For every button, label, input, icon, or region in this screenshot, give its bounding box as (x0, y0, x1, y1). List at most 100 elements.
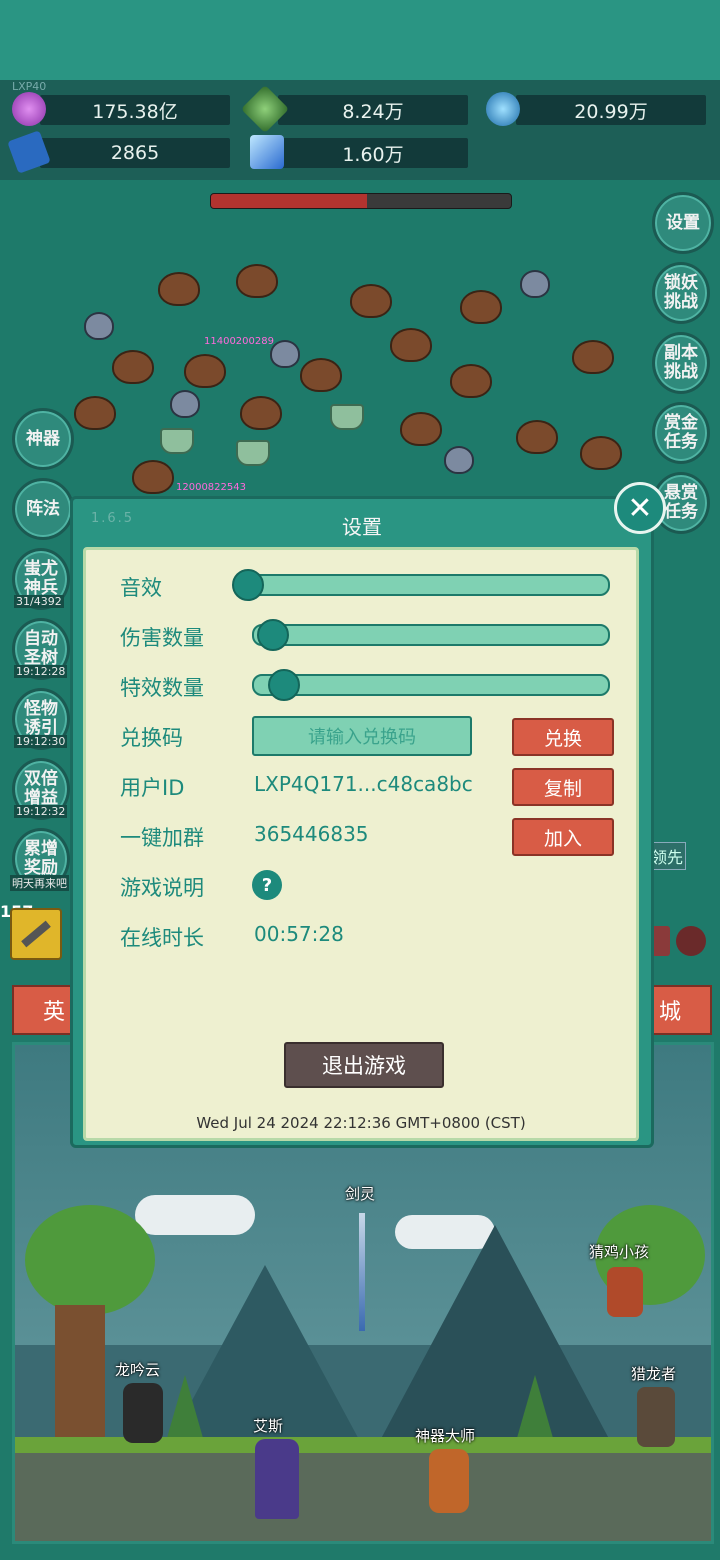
orb-value: 20.99万 (574, 100, 648, 123)
redeem-button[interactable]: 兑换 (512, 718, 614, 756)
effect-count-label: 特效数量 (120, 676, 204, 700)
boss-hp-bar (210, 193, 512, 209)
reward-task-label: 悬赏任务 (664, 483, 698, 522)
online-time-label: 在线时长 (120, 926, 204, 950)
aisi-hero[interactable] (255, 1439, 299, 1519)
grass (15, 1437, 711, 1453)
guide-label: 游戏说明 (120, 876, 204, 900)
effect-count-slider[interactable] (252, 669, 610, 701)
copy-button[interactable]: 复制 (512, 768, 614, 806)
book-value: 2865 (110, 142, 160, 164)
monster-lure-timer: 19:12:30 (14, 735, 68, 748)
settings-panel: 音效 伤害数量 特效数量 兑换码 请输入兑换码 兑换 用户ID LXP4Q171… (83, 547, 639, 1141)
monster (400, 412, 442, 446)
monster (132, 460, 174, 494)
sound-label: 音效 (120, 576, 162, 600)
cliff (15, 1445, 711, 1541)
green-crystal-value: 8.24万 (342, 100, 404, 123)
auto-tree-timer: 19:12:28 (14, 665, 68, 678)
dragon-hunter-hero[interactable] (637, 1387, 675, 1447)
damage-count-slider-handle[interactable] (257, 619, 290, 651)
monster (460, 290, 502, 324)
monster (390, 328, 432, 362)
sword-spirit[interactable] (359, 1213, 365, 1331)
pine-tree (165, 1375, 205, 1445)
user-id-value: LXP4Q171...c48ca8bc (254, 772, 473, 796)
monster (112, 350, 154, 384)
pine-tree (515, 1375, 555, 1445)
damage-number: 11400200289 (204, 336, 274, 347)
redeem-label: 兑换码 (120, 726, 183, 750)
monster (84, 312, 114, 340)
monster-lure-label: 怪物诱引 (24, 699, 58, 738)
demon-lock-label: 锁妖挑战 (664, 273, 698, 312)
tab-city-label: 城 (658, 1000, 681, 1025)
orb-resource: 20.99万 (516, 95, 706, 125)
monster (236, 440, 270, 466)
monster (300, 358, 342, 392)
blue-crystal-icon (250, 135, 284, 169)
bounty-task-button[interactable]: 赏金任务 (652, 402, 710, 464)
cumulative-reward-label: 累增奖励 (24, 839, 58, 878)
dragon-hunter-name: 猎龙者 (631, 1365, 677, 1383)
effect-count-slider-handle[interactable] (267, 669, 300, 701)
monster (240, 396, 282, 430)
formation-label: 阵法 (26, 498, 60, 519)
auto-tree-label: 自动圣树 (24, 629, 58, 668)
dungeon-button[interactable]: 副本挑战 (652, 332, 710, 394)
artifact-button[interactable]: 神器 (12, 408, 74, 470)
weapon-slot[interactable] (10, 908, 62, 960)
chiyou-weapon-progress: 31/4392 (14, 595, 64, 608)
cumulative-reward-status: 明天再来吧 (10, 875, 69, 891)
resource-bar: LXP40 175.38亿 8.24万 20.99万 2865 1.60万 (0, 80, 720, 180)
monster (350, 284, 392, 318)
artifact-label: 神器 (26, 428, 60, 449)
exit-game-button[interactable]: 退出游戏 (284, 1042, 444, 1088)
monster (444, 446, 474, 474)
monster (520, 270, 550, 298)
group-value: 365446835 (254, 822, 369, 846)
monster (236, 264, 278, 298)
sound-slider-handle[interactable] (232, 569, 264, 601)
join-button[interactable]: 加入 (512, 818, 614, 856)
monster (158, 272, 200, 306)
sound-slider[interactable] (232, 569, 610, 601)
bounty-task-label: 赏金任务 (664, 413, 698, 452)
monster (184, 354, 226, 388)
monster (572, 340, 614, 374)
monster (160, 428, 194, 454)
tree (25, 1205, 155, 1315)
settings-dialog: 1.6.5 设置 音效 伤害数量 特效数量 兑换码 请输入兑换码 兑换 用户ID… (70, 496, 654, 1148)
monster (74, 396, 116, 430)
long-yinyun-hero[interactable] (123, 1383, 163, 1443)
settings-button[interactable]: 设置 (652, 192, 714, 254)
dialog-title: 设置 (342, 515, 382, 539)
blue-crystal-resource: 1.60万 (278, 138, 468, 168)
chicken-kid-hero[interactable] (607, 1267, 643, 1317)
monster (170, 390, 200, 418)
close-icon[interactable]: ✕ (614, 482, 666, 534)
group-label: 一键加群 (120, 826, 204, 850)
damage-count-label: 伤害数量 (120, 626, 204, 650)
cloud (135, 1195, 255, 1235)
formation-button[interactable]: 阵法 (12, 478, 74, 540)
dungeon-label: 副本挑战 (664, 343, 698, 382)
monster (580, 436, 622, 470)
redeem-code-input[interactable]: 请输入兑换码 (252, 716, 472, 756)
status-area (0, 0, 720, 80)
current-datetime: Wed Jul 24 2024 22:12:36 GMT+0800 (CST) (196, 1114, 526, 1132)
monster (450, 364, 492, 398)
demon-lock-button[interactable]: 锁妖挑战 (652, 262, 710, 324)
help-icon[interactable]: ? (252, 870, 282, 900)
user-id-label: 用户ID (120, 776, 185, 800)
boss-hp-fill (211, 194, 367, 208)
gem-resource: 175.38亿 (40, 95, 230, 125)
skill-icon[interactable] (676, 926, 706, 956)
online-time-value: 00:57:28 (254, 922, 344, 946)
damage-count-slider[interactable] (252, 619, 610, 651)
chicken-kid-name: 猜鸡小孩 (589, 1243, 650, 1261)
damage-number: 12000822543 (176, 482, 246, 493)
orb-icon (486, 92, 520, 126)
sword-icon (21, 920, 51, 948)
artifact-master-hero[interactable] (429, 1449, 469, 1513)
